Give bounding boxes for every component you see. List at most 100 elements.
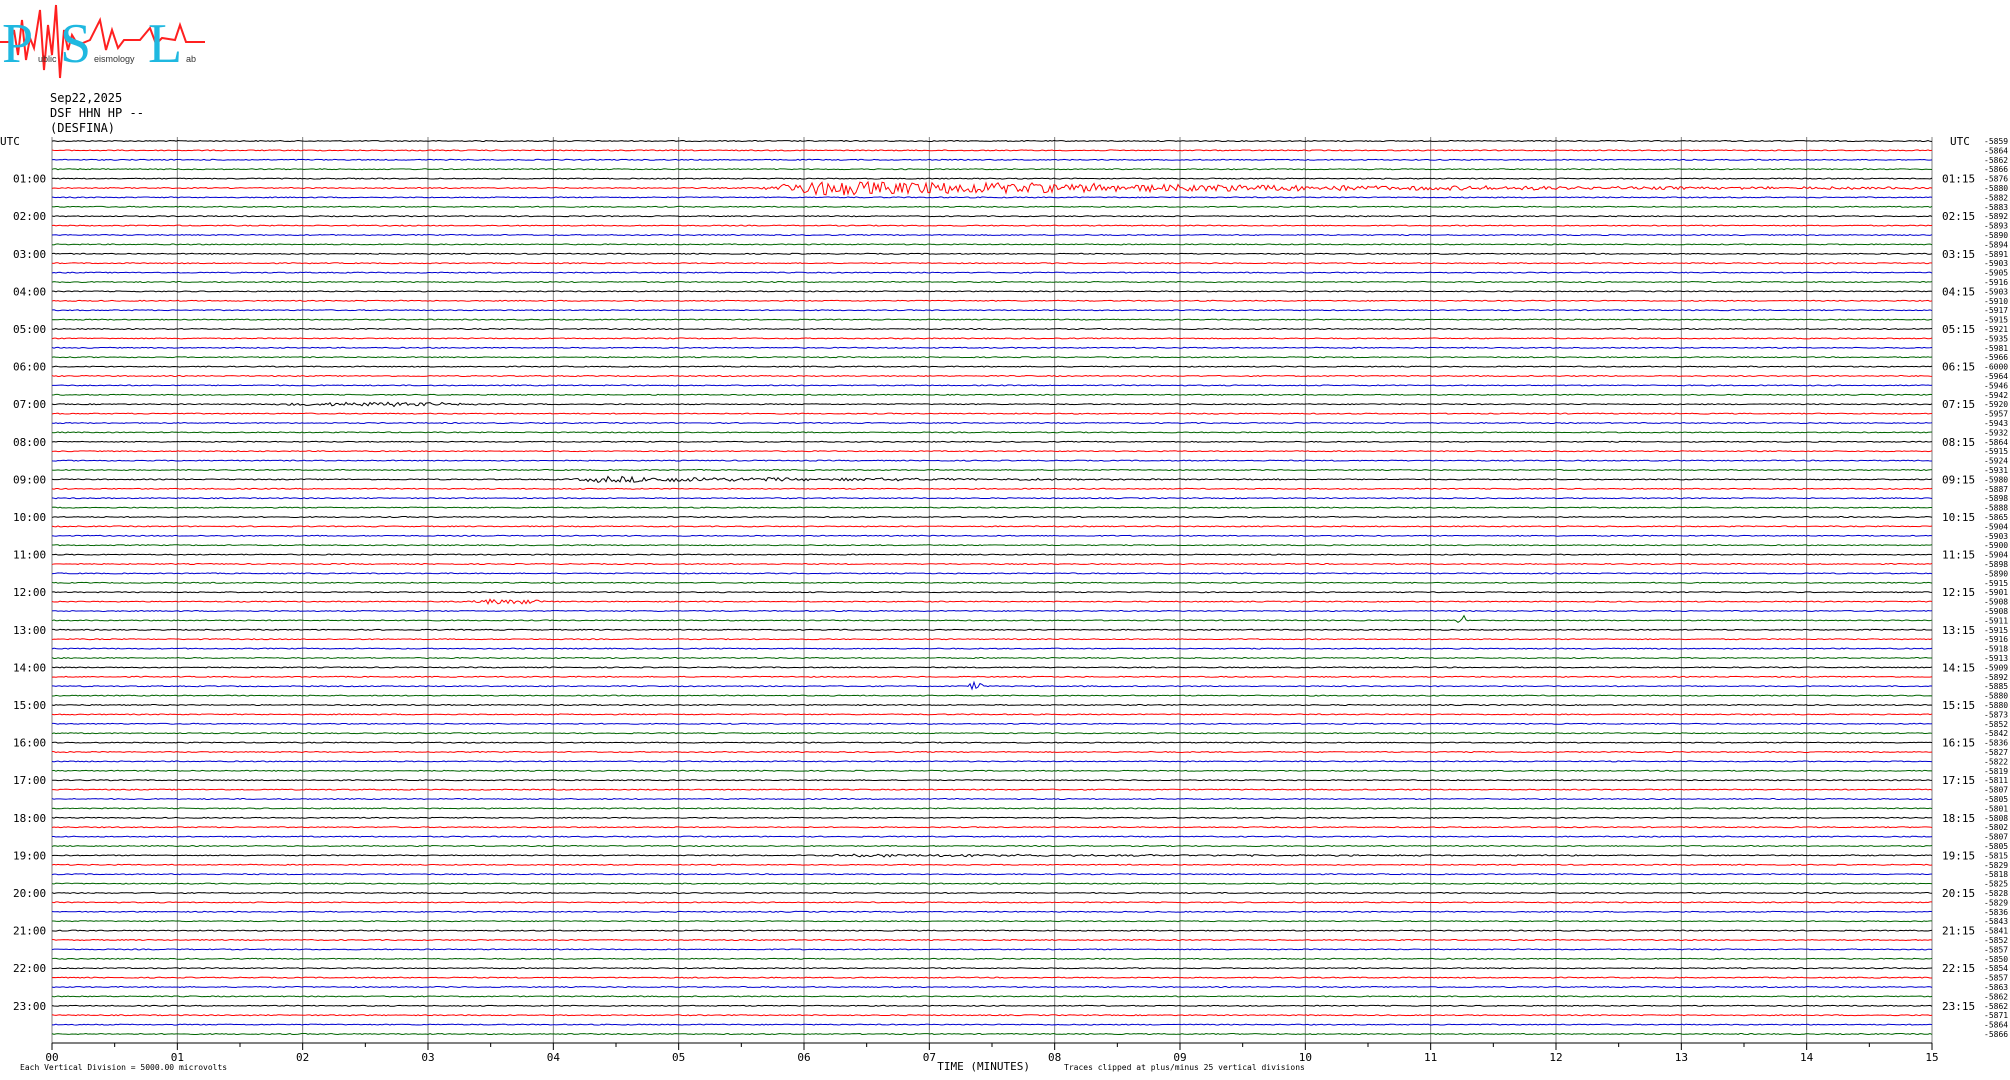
trace-offset-label: -5915	[1984, 626, 2008, 635]
hour-label-left: 18:00	[13, 812, 46, 825]
trace-offset-label: -5864	[1984, 1021, 2008, 1030]
trace-line	[51, 647, 1933, 650]
trace-line	[51, 967, 1933, 970]
trace-line	[51, 468, 1933, 472]
trace-offset-label: -5920	[1984, 400, 2008, 409]
hour-label-right: 03:15	[1942, 248, 1975, 261]
trace-offset-label: -5807	[1984, 786, 2008, 795]
trace-line	[51, 1014, 1933, 1017]
trace-offset-label: -5915	[1984, 579, 2008, 588]
trace-offset-label: -5915	[1984, 447, 2008, 456]
trace-line	[51, 290, 1933, 293]
trace-line	[51, 327, 1933, 331]
trace-line	[51, 421, 1933, 425]
trace-offset-label: -5836	[1984, 908, 2008, 917]
trace-offset-label: -5904	[1984, 522, 2008, 531]
trace-line	[51, 450, 1933, 453]
left-axis-title: UTC	[0, 135, 20, 148]
trace-line	[51, 891, 1933, 895]
trace-line	[51, 694, 1933, 697]
trace-offset-label: -5894	[1984, 240, 2008, 249]
trace-offset-label: -5802	[1984, 823, 2008, 832]
trace-line	[52, 920, 1933, 923]
trace-offset-label: -6000	[1984, 363, 2008, 372]
trace-offset-label: -5903	[1984, 532, 2008, 541]
hour-label-right: 05:15	[1942, 323, 1975, 336]
x-tick-label: 02	[296, 1051, 309, 1064]
x-tick-label: 05	[672, 1051, 685, 1064]
trace-offset-label: -5859	[1984, 137, 2008, 146]
trace-offset-label: -5864	[1984, 146, 2008, 155]
trace-offset-label: -5854	[1984, 964, 2008, 973]
trace-line	[51, 262, 1933, 265]
trace-line	[51, 938, 1933, 942]
hour-label-right: 14:15	[1942, 661, 1975, 674]
trace-line	[51, 243, 1933, 246]
trace-line	[51, 525, 1933, 528]
trace-offset-label: -5898	[1984, 560, 2008, 569]
hour-label-right: 12:15	[1942, 586, 1975, 599]
trace-line	[51, 816, 1933, 819]
hour-label-left: 10:00	[13, 511, 46, 524]
trace-line	[51, 882, 1933, 885]
trace-line	[51, 703, 1933, 707]
trace-offset-label: -5885	[1984, 682, 2008, 691]
trace-offset-label: -5880	[1984, 701, 2008, 710]
trace-offset-label: -5892	[1984, 673, 2008, 682]
trace-offset-label: -5913	[1984, 654, 2008, 663]
trace-offset-label: -5893	[1984, 222, 2008, 231]
trace-line	[51, 628, 1933, 631]
x-tick-label: 13	[1675, 1051, 1688, 1064]
hour-label-right: 11:15	[1942, 549, 1975, 562]
hour-label-left: 13:00	[13, 624, 46, 637]
hour-label-left: 22:00	[13, 962, 46, 975]
hour-label-left: 11:00	[13, 549, 46, 562]
trace-line	[51, 797, 1933, 801]
trace-offset-label: -5852	[1984, 720, 2008, 729]
trace-offset-label: -5843	[1984, 917, 2008, 926]
trace-offset-label: -5822	[1984, 757, 2008, 766]
x-tick-label: 07	[923, 1051, 936, 1064]
trace-line	[51, 572, 1933, 575]
trace-offset-label: -5891	[1984, 250, 2008, 259]
right-axis-title: UTC	[1950, 135, 1970, 148]
footer-clip-note: Traces clipped at plus/minus 25 vertical…	[1064, 1063, 1305, 1072]
trace-offset-label: -5917	[1984, 306, 2008, 315]
hour-label-left: 14:00	[13, 661, 46, 674]
x-tick-label: 04	[547, 1051, 561, 1064]
trace-line	[51, 976, 1933, 979]
hour-label-right: 07:15	[1942, 398, 1975, 411]
trace-line	[51, 497, 1933, 500]
trace-line	[51, 562, 1933, 566]
trace-offset-label: -5807	[1984, 833, 2008, 842]
trace-line	[51, 553, 1933, 556]
trace-offset-label: -5842	[1984, 729, 2008, 738]
trace-offset-label: -5865	[1984, 513, 2008, 522]
hour-label-left: 04:00	[13, 285, 46, 298]
trace-line	[51, 656, 1933, 660]
trace-offset-label: -5871	[1984, 1011, 2008, 1020]
trace-offset-label: -5866	[1984, 1030, 2008, 1039]
trace-offset-label: -5910	[1984, 297, 2008, 306]
trace-offset-label: -5866	[1984, 165, 2008, 174]
hour-label-left: 20:00	[13, 887, 46, 900]
trace-offset-label: -5883	[1984, 203, 2008, 212]
trace-offset-label: -5880	[1984, 692, 2008, 701]
trace-line	[51, 506, 1933, 509]
trace-offset-label: -5905	[1984, 269, 2008, 278]
trace-line	[51, 609, 1933, 613]
hour-label-left: 23:00	[13, 1000, 46, 1013]
trace-line	[51, 957, 1933, 960]
hour-label-left: 12:00	[13, 586, 46, 599]
trace-line	[51, 853, 1933, 858]
trace-line	[51, 356, 1933, 359]
trace-line	[51, 750, 1933, 754]
trace-line	[51, 929, 1933, 932]
trace-line	[51, 1023, 1933, 1026]
x-tick-label: 08	[1048, 1051, 1061, 1064]
trace-line	[51, 149, 1933, 152]
trace-line	[51, 948, 1933, 951]
trace-line	[51, 475, 1933, 483]
hour-label-left: 07:00	[13, 398, 46, 411]
trace-line	[51, 826, 1933, 829]
